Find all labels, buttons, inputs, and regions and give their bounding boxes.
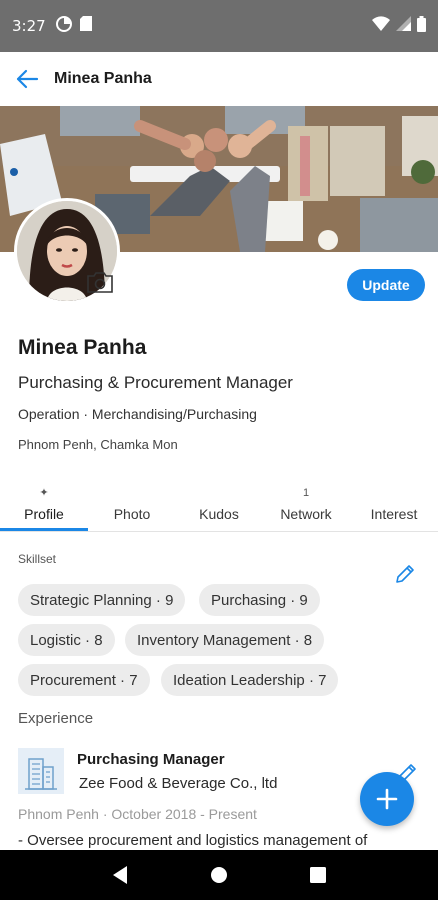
skill-chip[interactable]: Logistic · 8 xyxy=(18,624,115,656)
skill-chip[interactable]: Ideation Leadership · 7 xyxy=(161,664,339,696)
experience-description: - Oversee procurement and logistics mana… xyxy=(18,832,368,849)
update-button[interactable]: Update xyxy=(347,269,425,301)
tab-label: Profile xyxy=(24,506,64,522)
arrow-left-icon xyxy=(16,69,39,89)
add-fab-button[interactable] xyxy=(360,772,414,826)
profile-name: Minea Panha xyxy=(18,336,147,359)
app-bar: Minea Panha xyxy=(0,52,438,106)
skill-chip[interactable]: Inventory Management · 8 xyxy=(125,624,325,656)
tab-interest[interactable]: Interest xyxy=(350,478,438,532)
sd-card-icon xyxy=(79,16,92,36)
experience-role: Purchasing Manager xyxy=(77,751,225,768)
tab-label: Kudos xyxy=(199,506,239,522)
signal-icon xyxy=(396,16,411,36)
status-bar: 3:27 xyxy=(0,0,438,52)
profile-department: Operation · Merchandising/Purchasing xyxy=(18,406,257,422)
skill-chip[interactable]: Strategic Planning · 9 xyxy=(18,584,186,616)
tab-label: Network xyxy=(280,506,332,522)
edit-skills-icon[interactable] xyxy=(394,563,416,585)
recents-square-icon xyxy=(310,867,327,883)
experience-location: Phnom Penh xyxy=(18,806,99,822)
nav-home-button[interactable] xyxy=(207,863,231,887)
experience-company: Zee Food & Beverage Co., ltd xyxy=(79,775,278,792)
profile-tabs: ✦ Profile Photo Kudos 1 Network Interest xyxy=(0,478,438,532)
nav-back-button[interactable] xyxy=(108,863,132,887)
profile-location: Phnom Penh, Chamka Mon xyxy=(18,437,178,452)
back-triangle-icon xyxy=(112,866,127,884)
profile-job-title: Purchasing & Procurement Manager xyxy=(18,373,293,392)
plus-icon xyxy=(376,788,398,810)
nav-recents-button[interactable] xyxy=(306,863,330,887)
skill-chip[interactable]: Purchasing · 9 xyxy=(199,584,320,616)
tab-network[interactable]: 1 Network xyxy=(262,478,350,532)
data-saver-icon xyxy=(55,15,72,37)
tab-kudos[interactable]: Kudos xyxy=(176,478,262,532)
company-building-icon xyxy=(18,748,64,794)
back-button[interactable] xyxy=(14,66,40,92)
sparkle-icon: ✦ xyxy=(39,487,49,499)
tab-label: Interest xyxy=(370,506,418,522)
tab-badge-count: 1 xyxy=(302,487,310,499)
tab-label: Photo xyxy=(113,506,151,522)
tab-photo[interactable]: Photo xyxy=(88,478,176,532)
camera-icon[interactable] xyxy=(86,270,114,294)
experience-heading: Experience xyxy=(18,710,94,727)
active-tab-indicator xyxy=(0,528,88,531)
app-bar-title: Minea Panha xyxy=(54,70,152,87)
home-circle-icon xyxy=(210,867,227,883)
system-nav-bar xyxy=(0,850,438,900)
tab-profile[interactable]: ✦ Profile xyxy=(0,478,88,532)
skillset-label: Skillset xyxy=(18,552,57,566)
experience-meta: Phnom Penh · October 2018 - Present xyxy=(18,806,257,822)
wifi-icon xyxy=(372,16,390,36)
experience-period: October 2018 - Present xyxy=(111,806,257,822)
skill-chip[interactable]: Procurement · 7 xyxy=(18,664,150,696)
battery-icon xyxy=(417,15,426,37)
status-time: 3:27 xyxy=(12,17,46,35)
